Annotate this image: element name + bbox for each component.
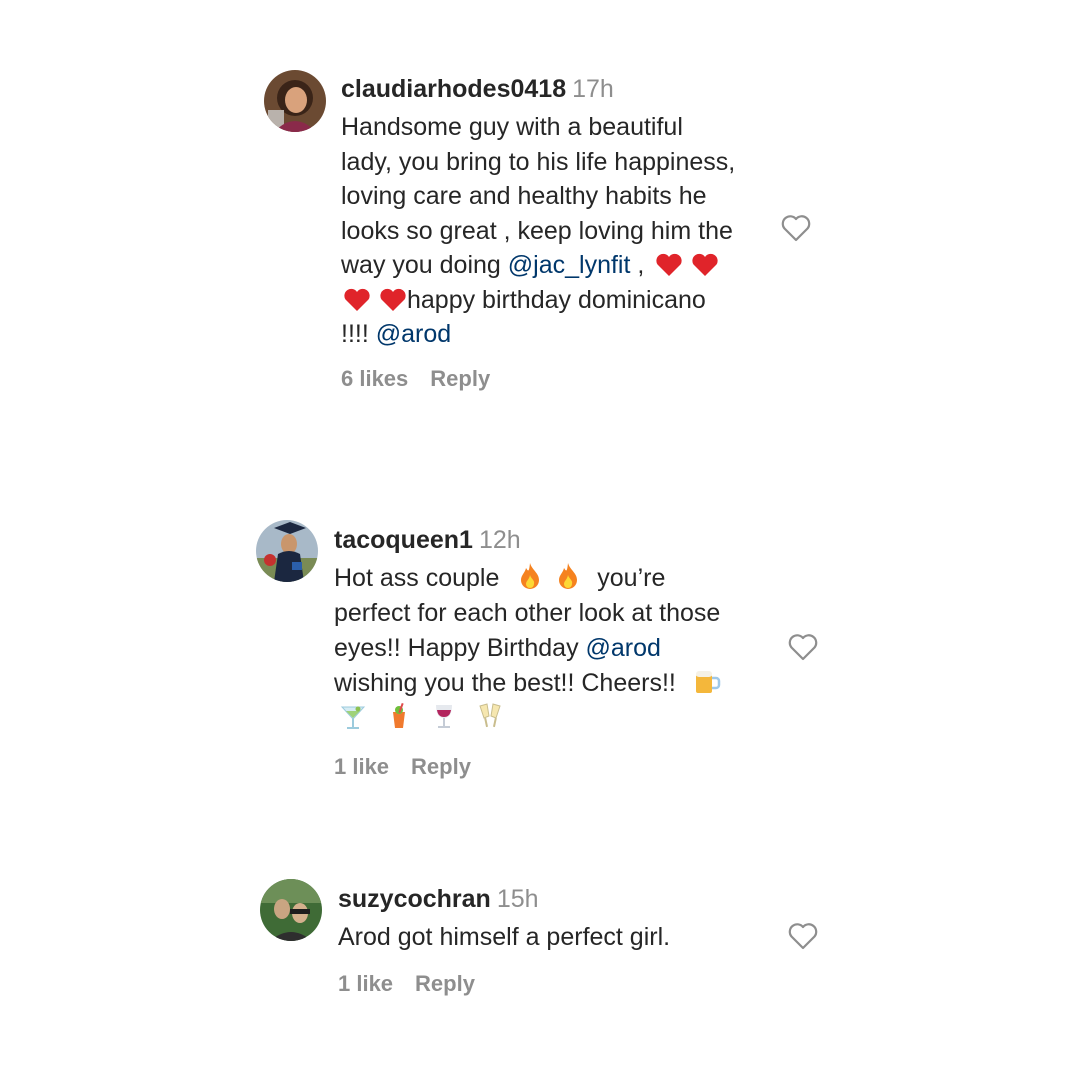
username[interactable]: claudiarhodes0418 bbox=[341, 75, 566, 103]
comment-actions: 1 like Reply bbox=[338, 971, 475, 997]
mention-link[interactable]: @arod bbox=[586, 634, 661, 662]
timestamp[interactable]: 12h bbox=[479, 526, 521, 554]
like-heart-icon[interactable] bbox=[788, 922, 818, 950]
red-heart-emoji-icon bbox=[343, 287, 371, 322]
comment-header: tacoqueen1 12h bbox=[334, 525, 784, 555]
avatar-photo-icon bbox=[260, 879, 322, 941]
wine-glass-emoji-icon bbox=[432, 702, 456, 740]
red-heart-emoji-icon bbox=[691, 252, 719, 287]
likes-count[interactable]: 1 like bbox=[334, 754, 389, 779]
comment-line: wishing you the best!! Cheers!! bbox=[334, 666, 784, 701]
beer-mug-emoji-icon bbox=[693, 667, 721, 705]
red-heart-emoji-icon bbox=[379, 287, 407, 322]
tropical-drink-emoji-icon bbox=[387, 702, 411, 740]
avatar[interactable] bbox=[256, 520, 318, 582]
clinking-glasses-emoji-icon bbox=[477, 702, 503, 740]
comment-line: Hot ass couple you’re bbox=[334, 561, 784, 596]
comment-line: perfect for each other look at those bbox=[334, 599, 721, 627]
comment-line: loving care and healthy habits he bbox=[341, 182, 707, 210]
likes-count[interactable]: 1 like bbox=[338, 971, 393, 996]
comment-line: way you doing @jac_lynfit , bbox=[341, 248, 781, 283]
timestamp[interactable]: 15h bbox=[497, 885, 539, 913]
comment-line: lady, you bring to his life happiness, bbox=[341, 147, 736, 176]
comment-line: Handsome guy with a beautiful bbox=[341, 113, 683, 141]
reply-button[interactable]: Reply bbox=[430, 366, 490, 391]
like-heart-icon[interactable] bbox=[788, 633, 818, 661]
mention-link[interactable]: @arod bbox=[376, 320, 451, 348]
fire-emoji-icon bbox=[518, 562, 542, 600]
mention-link[interactable]: @jac_lynfit bbox=[508, 251, 631, 279]
comment-text: Handsome guy with a beautiful lady, you … bbox=[341, 110, 781, 352]
cocktail-emoji-icon bbox=[340, 702, 366, 740]
comment-text: Hot ass couple you’re perfect for each o… bbox=[334, 561, 784, 736]
timestamp[interactable]: 17h bbox=[572, 75, 614, 103]
comment-actions: 1 like Reply bbox=[334, 754, 471, 780]
avatar-photo-icon bbox=[264, 70, 326, 132]
comment-line: Arod got himself a perfect girl. bbox=[338, 923, 671, 951]
comment-line: !!!! @arod bbox=[341, 320, 452, 348]
comment-actions: 6 likes Reply bbox=[341, 366, 490, 392]
comment-line bbox=[334, 701, 784, 736]
comment-line: looks so great , keep loving him the bbox=[341, 216, 733, 245]
reply-button[interactable]: Reply bbox=[411, 754, 471, 779]
username[interactable]: suzycochran bbox=[338, 885, 491, 913]
avatar[interactable] bbox=[264, 70, 326, 132]
red-heart-emoji-icon bbox=[655, 252, 683, 287]
avatar[interactable] bbox=[260, 879, 322, 941]
avatar-photo-icon bbox=[256, 520, 318, 582]
comment-text: Arod got himself a perfect girl. bbox=[338, 920, 778, 955]
likes-count[interactable]: 6 likes bbox=[341, 366, 408, 391]
comment-header: claudiarhodes0418 17h bbox=[341, 74, 781, 104]
like-heart-icon[interactable] bbox=[781, 214, 811, 242]
fire-emoji-icon bbox=[556, 562, 580, 600]
username[interactable]: tacoqueen1 bbox=[334, 526, 473, 554]
comment-line: eyes!! Happy Birthday @arod bbox=[334, 634, 661, 662]
reply-button[interactable]: Reply bbox=[415, 971, 475, 996]
comment-line: happy birthday dominicano bbox=[341, 283, 781, 318]
comment-header: suzycochran 15h bbox=[338, 884, 778, 914]
